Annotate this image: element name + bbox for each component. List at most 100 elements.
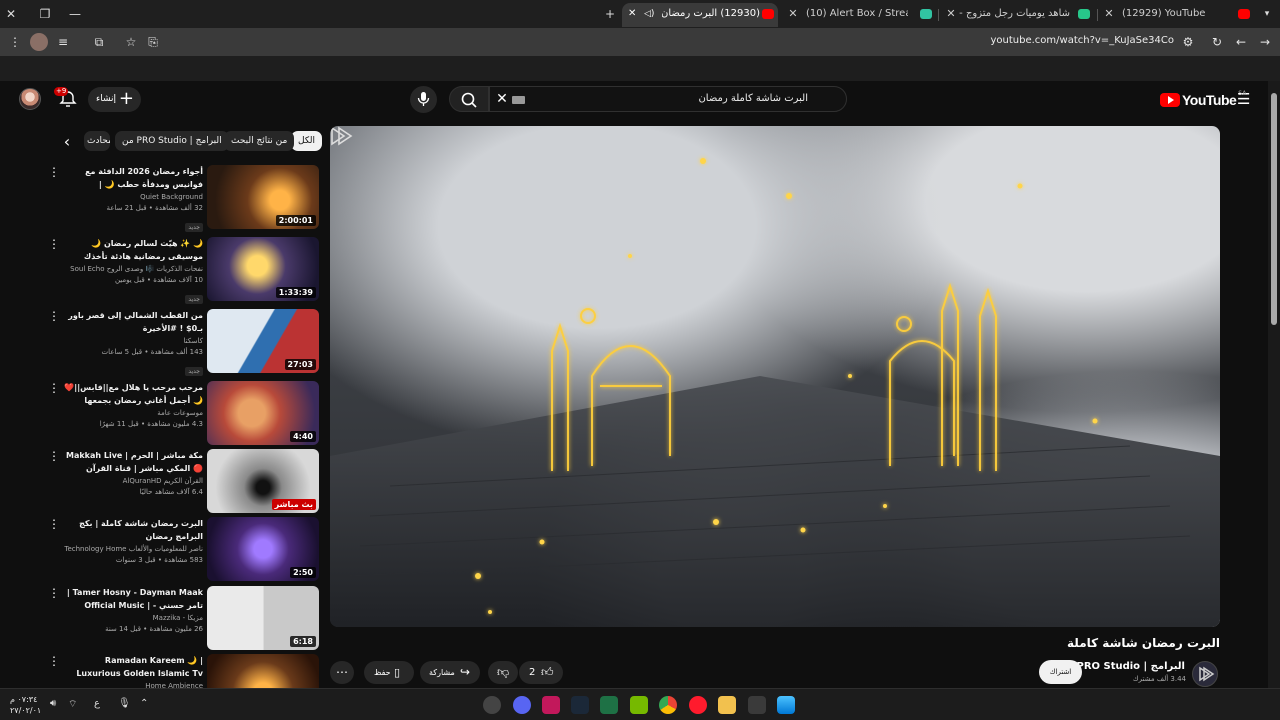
more-options-icon[interactable]: ⋮ [48, 382, 60, 394]
system-clock[interactable]: ٠٧:٣٤ م ٢٧/٠٢/٠١ [10, 694, 41, 716]
site-settings-icon[interactable]: ⚙ [1179, 33, 1197, 51]
tab-series[interactable]: شاهد يوميات رجل متزوج - المو... [958, 3, 1076, 27]
thumbs-up-icon[interactable]: 👍︎ [541, 661, 554, 684]
share-page-icon[interactable]: ⎘ [144, 33, 162, 51]
related-video-thumbnail[interactable]: 6:18 [207, 586, 319, 650]
related-video-thumbnail[interactable]: 2:50 [207, 517, 319, 581]
volume-icon[interactable]: 🔊︎ [50, 698, 56, 709]
tab-current-video[interactable]: ✕ ◁) (12930) البرت رمضان شاشة [622, 3, 778, 27]
related-video-title[interactable]: مرحب مرحب يا هلال مع||فابس||❤️ 🌙 أجمل أغ… [64, 381, 203, 407]
tab-streamlabs[interactable]: (10) Alert Box / Streamlabs [800, 3, 908, 27]
related-video-channel[interactable]: موسوعات عامة [64, 407, 203, 419]
related-video-channel[interactable]: ناصر للمعلوميات والألعاب Technology Home [64, 543, 203, 555]
related-video-channel[interactable]: القرآن الكريم AlQuranHD [64, 475, 203, 487]
share-button[interactable]: مشاركة ↪ [420, 661, 480, 684]
related-video-channel[interactable]: Quiet Background [64, 191, 203, 203]
more-options-icon[interactable]: ⋮ [48, 587, 60, 599]
reload-icon[interactable]: ↻ [1208, 33, 1226, 51]
reading-list-icon[interactable]: ≡ [54, 33, 72, 51]
tab-close-icon[interactable]: ✕ [944, 3, 958, 25]
related-video-thumbnail[interactable]: 27:03 [207, 309, 319, 373]
chrome-app-icon[interactable] [659, 696, 677, 714]
chevron-left-icon[interactable]: ‹ [58, 132, 76, 152]
windows-start-icon[interactable] [777, 696, 795, 714]
related-video-item[interactable]: ⋮ مكة مباشر | الحرم | Makkah Live 🔴 المكي… [48, 449, 320, 515]
keyboard-icon[interactable] [512, 96, 525, 104]
back-icon[interactable]: ← [1232, 33, 1250, 51]
related-video-channel[interactable]: مزيكا - Mazzika [64, 612, 203, 624]
notifications-button[interactable]: +9 [54, 87, 78, 109]
excel-app-icon[interactable] [600, 696, 618, 714]
channel-watermark-icon[interactable] [330, 126, 354, 146]
mic-tray-icon[interactable]: 🎙︎ [118, 698, 131, 709]
related-video-thumbnail[interactable]: 2:00:01 [207, 165, 319, 229]
related-video-title[interactable]: من القطب الشمالي إلى قصر باور بـ0$ ! #ال… [64, 309, 203, 335]
more-options-icon[interactable]: ⋮ [48, 450, 60, 462]
window-restore-button[interactable]: ❐ [34, 4, 56, 24]
related-video-item[interactable]: ⋮ أجواء رمضان 2026 الدافئة مع فوانيس ومدف… [48, 165, 320, 232]
video-player[interactable] [330, 126, 1220, 627]
tab-youtube-home[interactable]: (12929) YouTube [1116, 3, 1216, 27]
foxit-app-icon[interactable] [542, 696, 560, 714]
voice-search-button[interactable] [410, 86, 437, 113]
chip-all[interactable]: الكل [291, 131, 323, 151]
search-box[interactable]: البرت شاشة كاملة رمضان ✕ [489, 86, 847, 112]
bookmark-star-icon[interactable]: ☆ [122, 33, 140, 51]
window-minimize-button[interactable]: — [64, 4, 86, 24]
search-button[interactable] [449, 86, 489, 112]
channel-avatar[interactable] [1192, 661, 1218, 687]
like-count[interactable]: 2 [529, 661, 535, 684]
more-options-icon[interactable]: ⋮ [48, 655, 60, 667]
tab-close-icon[interactable]: ✕ [628, 3, 636, 25]
youtube-logo[interactable]: YouTube SA [1160, 90, 1246, 108]
store-app-icon[interactable] [748, 696, 766, 714]
related-video-title[interactable]: Tamer Hosny - Dayman Maak | تامر حسني - … [64, 586, 203, 612]
wifi-icon[interactable]: ⌔ [68, 698, 77, 711]
account-avatar[interactable] [19, 88, 41, 110]
steam-app-icon[interactable] [571, 696, 589, 714]
tab-close-icon[interactable]: ✕ [786, 3, 800, 25]
tab-close-icon[interactable]: ✕ [1102, 3, 1116, 25]
dislike-button[interactable]: 👎︎ [488, 661, 518, 684]
page-scrollbar[interactable] [1268, 81, 1280, 688]
save-button[interactable]: حفظ ▯ [364, 661, 414, 684]
related-video-item[interactable]: ⋮ من القطب الشمالي إلى قصر باور بـ0$ ! #ا… [48, 309, 320, 376]
subscribe-button[interactable]: اشتراك [1039, 660, 1082, 684]
more-options-icon[interactable]: ⋮ [48, 166, 60, 178]
more-options-icon[interactable]: ⋮ [48, 238, 60, 250]
chip-related[interactable]: محادث [84, 131, 110, 151]
related-video-item[interactable]: ⋮ مرحب مرحب يا هلال مع||فابس||❤️ 🌙 أجمل أ… [48, 381, 320, 447]
extensions-icon[interactable]: ⧉ [90, 33, 108, 51]
url-field[interactable]: youtube.com/watch?v=_KuJaSe34Co [990, 35, 1174, 46]
related-video-thumbnail[interactable]: 1:33:39 [207, 237, 319, 301]
related-video-title[interactable]: مكة مباشر | الحرم | Makkah Live 🔴 المكي … [64, 449, 203, 475]
related-video-title[interactable]: البرت رمضان شاشة كاملة | بكج البرامج رمض… [64, 517, 203, 543]
related-video-channel[interactable]: نفحات الذكريات 🎼 وصدى الروح Soul Echo [64, 263, 203, 275]
related-video-channel[interactable]: كاسكتا [64, 335, 203, 347]
profile-avatar-icon[interactable] [30, 33, 48, 51]
related-video-item[interactable]: ⋮ البرت رمضان شاشة كاملة | بكج البرامج رم… [48, 517, 320, 583]
related-video-title[interactable]: 🌙 ✨ هيّت لسالم رمضان 🌙 موسيقى رمضانية ها… [64, 237, 203, 263]
related-video-thumbnail[interactable]: 4:40 [207, 381, 319, 445]
keyboard-language[interactable]: ع [94, 698, 100, 709]
related-video-item[interactable]: ⋮ Tamer Hosny - Dayman Maak | تامر حسني -… [48, 586, 320, 652]
nvidia-app-icon[interactable] [630, 696, 648, 714]
related-video-title[interactable]: أجواء رمضان 2026 الدافئة مع فوانيس ومدفأ… [64, 165, 203, 191]
tray-overflow-icon[interactable]: ⌃ [140, 698, 148, 709]
forward-icon[interactable]: → [1256, 33, 1274, 51]
more-actions-button[interactable]: ⋯ [330, 661, 354, 684]
related-video-thumbnail[interactable]: بث مباشر [207, 449, 319, 513]
channel-name[interactable]: البرامج | PRO Studio [1076, 661, 1185, 672]
create-button[interactable]: إنشاء + [88, 87, 141, 112]
search-input[interactable]: البرت شاشة كاملة رمضان [698, 93, 808, 104]
file-explorer-icon[interactable] [718, 696, 736, 714]
chip-from-search[interactable]: من نتائج البحث [224, 131, 295, 151]
new-tab-button[interactable]: + [599, 4, 621, 24]
scrollbar-thumb[interactable] [1271, 93, 1277, 325]
opera-app-icon[interactable] [689, 696, 707, 714]
related-video-item[interactable]: ⋮ 🌙 ✨ هيّت لسالم رمضان 🌙 موسيقى رمضانية ه… [48, 237, 320, 304]
tab-search-icon[interactable]: ▾ [1256, 4, 1278, 24]
clear-search-icon[interactable]: ✕ [493, 90, 511, 108]
discord-app-icon[interactable] [513, 696, 531, 714]
obs-app-icon[interactable] [483, 696, 501, 714]
